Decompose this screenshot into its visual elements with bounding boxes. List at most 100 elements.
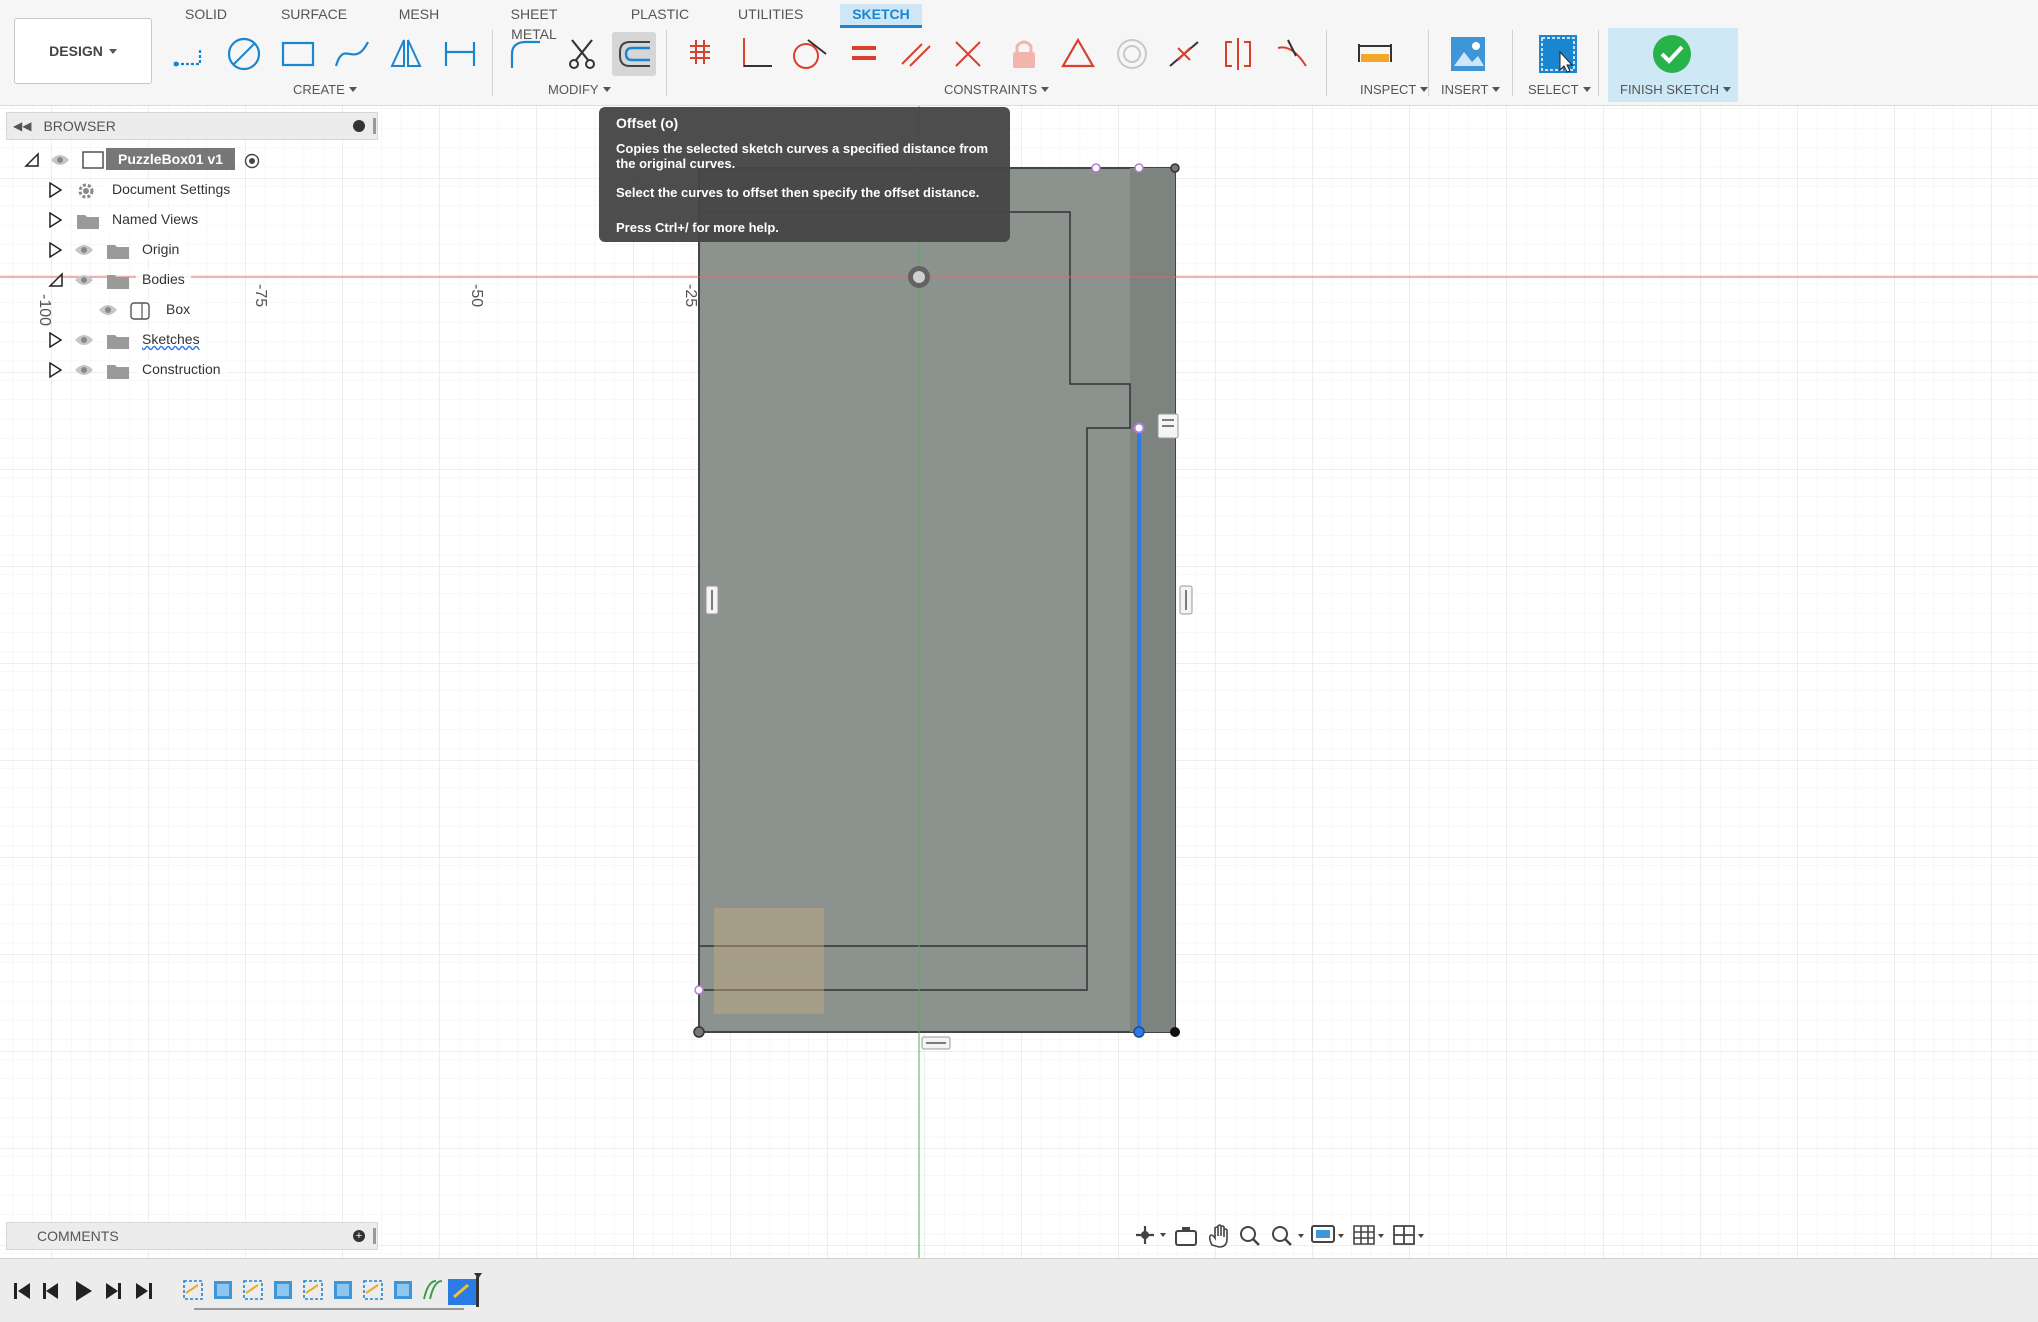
vertical-constraint-icon[interactable] [1179, 585, 1193, 615]
comments-panel-header[interactable]: COMMENTS + [6, 1222, 378, 1250]
browser-root-node[interactable]: PuzzleBox01 v1 [22, 147, 282, 173]
measure-tool-button[interactable] [1353, 32, 1397, 76]
expand-triangle-icon[interactable] [48, 242, 62, 258]
visibility-eye-icon[interactable] [98, 303, 118, 317]
modify-menu[interactable]: MODIFY [548, 82, 611, 97]
tab-sketch[interactable]: SKETCH [840, 4, 922, 28]
browser-item-origin[interactable]: Origin [46, 237, 246, 263]
add-comment-icon[interactable]: + [353, 1230, 365, 1242]
visibility-eye-icon[interactable] [74, 273, 94, 287]
vertical-constraint-icon[interactable] [705, 585, 719, 615]
collapse-panel-icon[interactable]: ◀◀ [13, 119, 31, 133]
browser-panel-header[interactable]: ◀◀ BROWSER [6, 112, 378, 140]
expand-triangle-icon[interactable] [48, 212, 62, 228]
sketch-point[interactable] [1170, 1027, 1180, 1037]
timeline-extrude-feature-icon[interactable] [274, 1281, 292, 1299]
midpoint-tool-button[interactable] [1162, 32, 1206, 76]
timeline-extrude-feature-icon[interactable] [334, 1281, 352, 1299]
activate-radio-icon[interactable] [244, 153, 260, 169]
tab-plastic[interactable]: PLASTIC [628, 4, 692, 28]
visibility-eye-icon[interactable] [50, 153, 70, 167]
tab-sheet-metal[interactable]: SHEET METAL [488, 4, 580, 42]
insert-image-button[interactable] [1446, 32, 1490, 76]
step-back-icon[interactable] [43, 1283, 58, 1299]
browser-item-document-settings[interactable]: Document Settings [46, 177, 246, 203]
sketch-point[interactable] [1134, 163, 1144, 173]
panel-pin-icon[interactable] [373, 1228, 376, 1244]
sketch-point[interactable] [1133, 422, 1145, 434]
sketch-point[interactable] [1133, 1026, 1145, 1038]
rectangle-tool-button[interactable] [276, 32, 320, 76]
expand-triangle-icon[interactable] [48, 362, 62, 378]
step-forward-icon[interactable] [106, 1283, 121, 1299]
mirror-tool-button[interactable] [384, 32, 428, 76]
timeline-extrude-feature-icon[interactable] [214, 1281, 232, 1299]
tab-utilities[interactable]: UTILITIES [738, 4, 803, 28]
sketch-point[interactable] [1170, 163, 1180, 173]
timeline-loft-feature-icon[interactable] [423, 1280, 443, 1300]
tab-surface[interactable]: SURFACE [278, 4, 350, 28]
constraints-menu[interactable]: CONSTRAINTS [944, 82, 1050, 97]
offset-tool-button[interactable] [612, 32, 656, 76]
timeline-sketch-feature-icon[interactable] [363, 1280, 383, 1300]
browser-item-named-views[interactable]: Named Views [46, 207, 246, 233]
browser-item-bodies[interactable]: Bodies [46, 267, 246, 293]
horizontal-constraint-icon[interactable] [921, 1036, 951, 1050]
sketch-profile[interactable] [698, 167, 1176, 1033]
inspect-menu[interactable]: INSPECT [1360, 82, 1429, 97]
expand-triangle-icon[interactable] [48, 182, 62, 198]
create-menu[interactable]: CREATE [293, 82, 357, 97]
gear-icon [78, 183, 94, 199]
visibility-eye-icon[interactable] [74, 363, 94, 377]
sketch-point[interactable] [1091, 163, 1101, 173]
visibility-eye-icon[interactable] [74, 333, 94, 347]
tab-solid[interactable]: SOLID [180, 4, 232, 28]
coincident-constraint-icon[interactable] [1157, 413, 1179, 439]
play-icon[interactable] [76, 1281, 92, 1301]
minimize-panel-icon[interactable] [353, 120, 365, 132]
equal-tool-button[interactable] [842, 32, 886, 76]
perpendicular-tool-button[interactable] [734, 32, 778, 76]
collapse-triangle-icon[interactable] [48, 272, 64, 288]
collinear-tool-button[interactable] [946, 32, 990, 76]
timeline-extrude-feature-icon[interactable] [394, 1281, 412, 1299]
fillet-tool-button[interactable] [504, 32, 548, 76]
sketch-point[interactable] [694, 985, 704, 995]
browser-item-box[interactable]: Box [96, 297, 246, 323]
timeline-sketch-feature-icon[interactable] [183, 1280, 203, 1300]
go-to-end-icon[interactable] [136, 1283, 152, 1299]
circle-tool-button[interactable] [222, 32, 266, 76]
finish-sketch-menu[interactable]: FINISH SKETCH [1620, 82, 1731, 97]
go-to-start-icon[interactable] [14, 1283, 30, 1299]
sketch-canvas[interactable]: -100 -75 -50 -25 [0, 106, 2038, 1258]
collapse-triangle-icon[interactable] [24, 152, 40, 168]
origin-icon[interactable] [908, 266, 930, 288]
timeline-active-sketch-icon[interactable] [448, 1279, 476, 1305]
parallel-tool-button[interactable] [894, 32, 938, 76]
trim-tool-button[interactable] [560, 32, 604, 76]
tangent-tool-button[interactable] [786, 32, 830, 76]
sketch-point[interactable] [693, 1026, 705, 1038]
coincident-tool-button[interactable] [678, 32, 722, 76]
timeline-sketch-feature-icon[interactable] [243, 1280, 263, 1300]
dimension-tool-button[interactable] [438, 32, 482, 76]
spline-tool-button[interactable] [330, 32, 374, 76]
concentric-tool-button[interactable] [1110, 32, 1154, 76]
tab-mesh[interactable]: MESH [397, 4, 441, 28]
visibility-eye-icon[interactable] [74, 243, 94, 257]
symmetry-tool-button[interactable] [1216, 32, 1260, 76]
timeline-sketch-feature-icon[interactable] [303, 1280, 323, 1300]
browser-item-construction[interactable]: Construction [46, 357, 246, 383]
expand-triangle-icon[interactable] [48, 332, 62, 348]
line-tool-button[interactable] [168, 32, 212, 76]
insert-menu[interactable]: INSERT [1441, 82, 1501, 97]
select-tool-button[interactable] [1536, 32, 1580, 76]
design-workspace-button[interactable]: DESIGN [14, 18, 152, 84]
finish-sketch-button[interactable] [1650, 32, 1694, 76]
select-menu[interactable]: SELECT [1528, 82, 1591, 97]
curvature-tool-button[interactable] [1270, 32, 1314, 76]
panel-pin-icon[interactable] [373, 118, 376, 134]
triangle-tool-button[interactable] [1056, 32, 1100, 76]
browser-item-sketches[interactable]: Sketches [46, 327, 246, 353]
fix-tool-button[interactable] [1002, 32, 1046, 76]
